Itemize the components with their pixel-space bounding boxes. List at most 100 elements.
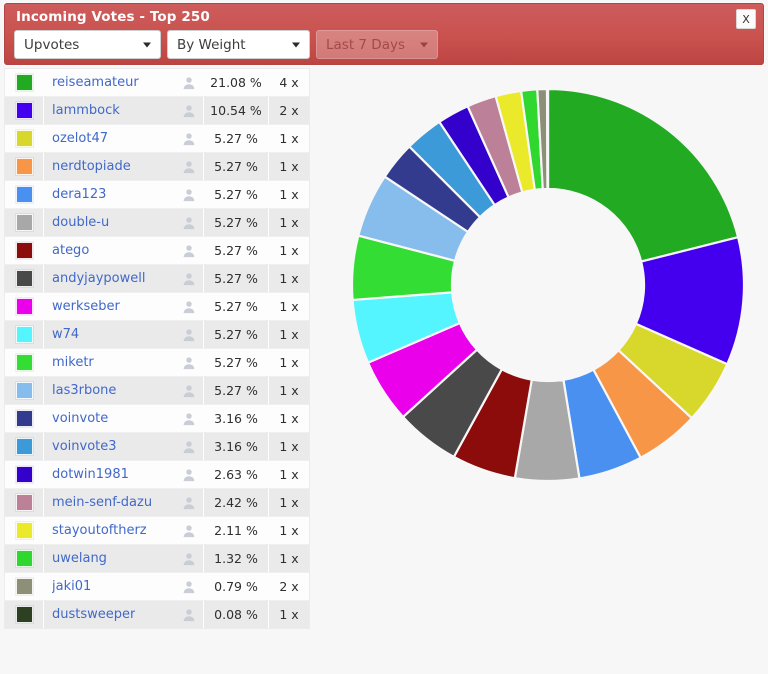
table-row[interactable]: miketr 5.27 % 1 x	[5, 349, 309, 377]
row-color-cell	[5, 153, 44, 180]
chevron-down-icon	[143, 42, 151, 47]
username-link[interactable]: miketr	[52, 355, 94, 370]
person-icon[interactable]	[175, 125, 204, 152]
username-link[interactable]: jaki01	[52, 579, 91, 594]
username-link[interactable]: las3rbone	[52, 383, 116, 398]
username-link[interactable]: voinvote3	[52, 439, 117, 454]
row-username-cell: dotwin1981	[44, 461, 175, 488]
donut-slice[interactable]	[545, 87, 550, 191]
person-icon[interactable]	[175, 573, 204, 600]
table-row[interactable]: atego 5.27 % 1 x	[5, 237, 309, 265]
table-row[interactable]: voinvote 3.16 % 1 x	[5, 405, 309, 433]
person-icon[interactable]	[175, 153, 204, 180]
table-row[interactable]: jaki01 0.79 % 2 x	[5, 573, 309, 601]
person-icon[interactable]	[175, 237, 204, 264]
row-username-cell: atego	[44, 237, 175, 264]
person-icon[interactable]	[175, 461, 204, 488]
row-username-cell: dustsweeper	[44, 601, 175, 628]
table-row[interactable]: dustsweeper 0.08 % 1 x	[5, 601, 309, 628]
username-link[interactable]: mein-senf-dazu	[52, 495, 152, 510]
row-color-cell	[5, 97, 44, 124]
username-link[interactable]: lammbock	[52, 103, 120, 118]
row-username-cell: voinvote	[44, 405, 175, 432]
row-percent-cell: 5.27 %	[204, 209, 269, 236]
row-percent-cell: 10.54 %	[204, 97, 269, 124]
username-link[interactable]: atego	[52, 243, 89, 258]
username-link[interactable]: uwelang	[52, 551, 107, 566]
table-row[interactable]: las3rbone 5.27 % 1 x	[5, 377, 309, 405]
person-icon[interactable]	[175, 265, 204, 292]
close-icon[interactable]: X	[736, 9, 756, 29]
person-icon[interactable]	[175, 517, 204, 544]
row-percent-cell: 2.63 %	[204, 461, 269, 488]
row-count-cell: 1 x	[279, 215, 299, 230]
username-link[interactable]: andyjaypowell	[52, 271, 145, 286]
color-swatch	[15, 578, 33, 595]
color-swatch	[15, 74, 33, 91]
row-count-cell: 1 x	[279, 243, 299, 258]
person-icon[interactable]	[175, 377, 204, 404]
table-row[interactable]: double-u 5.27 % 1 x	[5, 209, 309, 237]
person-icon[interactable]	[175, 321, 204, 348]
row-username-cell: voinvote3	[44, 433, 175, 460]
row-count-cell: 1 x	[279, 495, 299, 510]
person-icon[interactable]	[175, 209, 204, 236]
row-percent-cell: 3.16 %	[204, 433, 269, 460]
row-username-cell: stayoutoftherz	[44, 517, 175, 544]
table-row[interactable]: w74 5.27 % 1 x	[5, 321, 309, 349]
row-color-cell	[5, 601, 44, 628]
person-icon[interactable]	[175, 293, 204, 320]
table-row[interactable]: dotwin1981 2.63 % 1 x	[5, 461, 309, 489]
table-row[interactable]: nerdtopiade 5.27 % 1 x	[5, 153, 309, 181]
username-link[interactable]: werkseber	[52, 299, 120, 314]
username-link[interactable]: reiseamateur	[52, 75, 139, 90]
username-link[interactable]: w74	[52, 327, 79, 342]
person-icon[interactable]	[175, 181, 204, 208]
table-row[interactable]: dera123 5.27 % 1 x	[5, 181, 309, 209]
row-count-cell: 1 x	[279, 271, 299, 286]
panel-header: Incoming Votes - Top 250 Upvotes By Weig…	[4, 3, 764, 65]
username-link[interactable]: voinvote	[52, 411, 108, 426]
metric-select[interactable]: Upvotes	[14, 30, 161, 59]
person-icon[interactable]	[175, 545, 204, 572]
username-link[interactable]: dotwin1981	[52, 467, 129, 482]
username-link[interactable]: dera123	[52, 187, 106, 202]
username-link[interactable]: ozelot47	[52, 131, 108, 146]
row-percent-cell: 5.27 %	[204, 237, 269, 264]
row-username-cell: werkseber	[44, 293, 175, 320]
color-swatch	[15, 494, 33, 511]
person-icon[interactable]	[175, 69, 204, 96]
person-icon[interactable]	[175, 349, 204, 376]
person-icon[interactable]	[175, 433, 204, 460]
table-row[interactable]: stayoutoftherz 2.11 % 1 x	[5, 517, 309, 545]
username-link[interactable]: double-u	[52, 215, 109, 230]
username-link[interactable]: nerdtopiade	[52, 159, 131, 174]
username-link[interactable]: stayoutoftherz	[52, 523, 147, 538]
color-swatch	[15, 522, 33, 539]
row-color-cell	[5, 489, 44, 516]
row-color-cell	[5, 181, 44, 208]
row-percent-cell: 5.27 %	[204, 153, 269, 180]
table-row[interactable]: reiseamateur 21.08 % 4 x	[5, 69, 309, 97]
table-row[interactable]: lammbock 10.54 % 2 x	[5, 97, 309, 125]
table-row[interactable]: werkseber 5.27 % 1 x	[5, 293, 309, 321]
row-percent-cell: 21.08 %	[204, 69, 269, 96]
sort-select[interactable]: By Weight	[167, 30, 310, 59]
table-row[interactable]: ozelot47 5.27 % 1 x	[5, 125, 309, 153]
person-icon[interactable]	[175, 489, 204, 516]
person-icon[interactable]	[175, 405, 204, 432]
person-icon[interactable]	[175, 601, 204, 628]
color-swatch	[15, 466, 33, 483]
row-percent-cell: 1.32 %	[204, 545, 269, 572]
table-row[interactable]: voinvote3 3.16 % 1 x	[5, 433, 309, 461]
row-count-cell: 1 x	[279, 131, 299, 146]
donut-slice[interactable]	[546, 87, 740, 263]
table-row[interactable]: uwelang 1.32 % 1 x	[5, 545, 309, 573]
row-percent-cell: 5.27 %	[204, 125, 269, 152]
table-row[interactable]: andyjaypowell 5.27 % 1 x	[5, 265, 309, 293]
row-color-cell	[5, 321, 44, 348]
table-row[interactable]: mein-senf-dazu 2.42 % 1 x	[5, 489, 309, 517]
row-percent-cell: 5.27 %	[204, 293, 269, 320]
username-link[interactable]: dustsweeper	[52, 607, 135, 622]
person-icon[interactable]	[175, 97, 204, 124]
